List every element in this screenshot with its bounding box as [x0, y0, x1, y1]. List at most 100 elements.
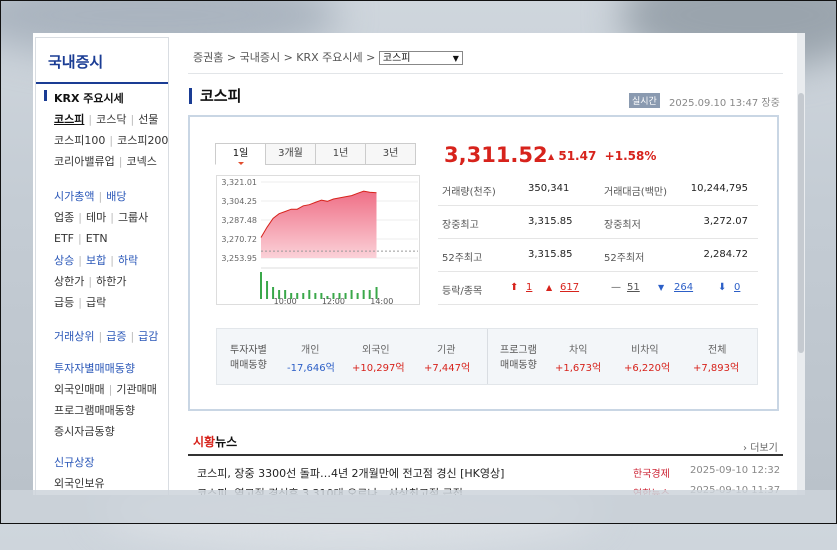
y-tick-label: 3,253.95 [221, 254, 257, 263]
scrollbar-thumb[interactable] [798, 93, 804, 353]
nav-row: 업종 | 테마 | 그룹사 [54, 207, 148, 228]
nav-link[interactable]: 기관매매 [116, 383, 156, 396]
val-institution: +7,447억 [424, 363, 471, 374]
period-tabs: 1일 3개월 1년 3년 [215, 143, 416, 165]
tab-1day[interactable]: 1일 [215, 143, 266, 165]
nav-row: 코스피 | 코스닥 | 선물 [54, 109, 168, 130]
stat-label: 52주최저 [604, 253, 645, 264]
breadcrumb: 증권홈 > 국내증시 > KRX 주요시세 > 코스피 ▼ [193, 49, 463, 65]
nav-title[interactable]: 국내증시 [48, 51, 103, 72]
breadcrumb-home[interactable]: 증권홈 [193, 51, 223, 64]
separator: | [78, 211, 82, 224]
program-flow-label: 매매동향 [500, 360, 537, 371]
stat-label: 거래량(천주) [442, 187, 496, 198]
breadcrumb-krx[interactable]: KRX 주요시세 [296, 51, 362, 64]
news-title[interactable]: 코스피, 장중 3300선 돌파…4년 2개월만에 전고점 경신 [HK영상] [197, 467, 504, 480]
nav-link[interactable]: 코스피200 [117, 134, 168, 147]
investor-flow-label: 투자자별 [230, 345, 267, 356]
change-value: 51.47 [558, 149, 597, 163]
volume-bar [356, 293, 359, 299]
news-source: 한국경제 [633, 469, 670, 480]
lower-limit-count[interactable]: 0 [734, 282, 740, 293]
nav-link[interactable]: 하락 [118, 254, 138, 267]
nav-link[interactable]: 코스닥 [96, 113, 126, 126]
nav-link[interactable]: 테마 [86, 211, 106, 224]
nav-link[interactable]: 급증 [106, 330, 126, 343]
col-foreign: 외국인 [362, 345, 390, 356]
nav-link[interactable]: 거래상위 [54, 330, 94, 343]
col-total: 전체 [708, 345, 727, 356]
lower-limit-arrow-icon: ⬇ [718, 282, 727, 293]
nav-link[interactable]: 프로그램매매동향 [54, 404, 135, 417]
tab-3month[interactable]: 3개월 [265, 143, 316, 165]
nav-link[interactable]: 코리아밸류업 [54, 155, 115, 168]
nav-link[interactable]: 외국인보유 [54, 477, 105, 490]
separator: | [78, 232, 82, 245]
investor-flow-label: 매매동향 [230, 360, 267, 371]
tab-3year[interactable]: 3년 [365, 143, 416, 165]
news-heading: 시황뉴스 [193, 435, 238, 449]
nav-link[interactable]: 투자자별매매동향 [54, 362, 135, 375]
stats-table: 거래량(천주) 350,341 거래대금(백만) 10,244,795 장중최고… [438, 173, 758, 305]
program-flow-label: 프로그램 [500, 345, 537, 356]
scrollbar[interactable] [797, 33, 805, 495]
nav-link[interactable]: 하한가 [96, 275, 126, 288]
chart-svg: 3,321.01 3,304.25 3,287.48 3,270.72 3,253.95… [221, 178, 418, 304]
rising-count[interactable]: 617 [560, 282, 579, 293]
nav-link[interactable]: 배당 [106, 190, 126, 203]
nav-link[interactable]: 상한가 [54, 275, 84, 288]
nav-link[interactable]: 선물 [138, 113, 158, 126]
separator: | [98, 190, 103, 203]
nav-group: 거래상위 | 급증 | 급감 [54, 326, 158, 347]
investor-flow-panel: 투자자별 매매동향 개인 -17,646억 외국인 +10,297억 기관 +7… [216, 328, 758, 385]
nav-link[interactable]: 업종 [54, 211, 74, 224]
nav-row: 급등 | 급락 [54, 292, 138, 313]
chevron-down-icon: ▼ [452, 54, 459, 63]
stat-value: 2,284.72 [703, 249, 748, 260]
index-select[interactable]: 코스피 ▼ [378, 51, 463, 65]
nav-row: 프로그램매매동향 [54, 400, 157, 421]
nav-link[interactable]: 급감 [138, 330, 158, 343]
nav-link[interactable]: 증시자금동향 [54, 425, 115, 438]
stat-value: 10,244,795 [690, 183, 748, 194]
val-arbitrage: +1,673억 [555, 363, 602, 374]
nav-group: 시가총액 | 배당 업종 | 테마 | 그룹사 ETF | ETN [54, 186, 148, 249]
nav-link[interactable]: 코스피100 [54, 134, 105, 147]
falling-count[interactable]: 264 [674, 282, 693, 293]
nav-link[interactable]: ETN [86, 232, 108, 245]
separator: | [130, 330, 135, 343]
nav-link[interactable]: 외국인매매 [54, 383, 105, 396]
more-link[interactable]: › 더보기 [743, 439, 778, 454]
index-change: ▲ 51.47 +1.58% [548, 149, 656, 163]
separator: | [118, 155, 123, 168]
intraday-chart[interactable]: 3,321.01 3,304.25 3,287.48 3,270.72 3,253.95… [216, 175, 420, 305]
flat-count[interactable]: 51 [627, 282, 640, 293]
nav-link[interactable]: 코넥스 [126, 155, 156, 168]
stats-row: 52주최고 3,315.85 52주최저 2,284.72 [438, 239, 758, 272]
col-arbitrage: 차익 [569, 345, 588, 356]
x-tick-label: 14:00 [370, 297, 393, 304]
nav-link[interactable]: 코스피 [54, 113, 84, 126]
nav-link[interactable]: 시가총액 [54, 190, 94, 203]
divider [188, 454, 783, 456]
stats-row: 장중최고 3,315.85 장중최저 3,272.07 [438, 206, 758, 239]
nav-row: 증시자금동향 [54, 421, 157, 442]
separator: | [108, 383, 113, 396]
nav-link[interactable]: 급락 [86, 296, 106, 309]
nav-link[interactable]: 보합 [86, 254, 106, 267]
nav-link[interactable]: 그룹사 [118, 211, 148, 224]
nav-title-underline [36, 82, 168, 84]
tab-1year[interactable]: 1년 [315, 143, 366, 165]
nav-group-heading[interactable]: KRX 주요시세 [43, 88, 168, 109]
nav-link[interactable]: ETF [54, 232, 74, 245]
col-individual: 개인 [301, 345, 320, 356]
breadcrumb-domestic[interactable]: 국내증시 [240, 51, 280, 64]
separator: | [130, 113, 135, 126]
nav-link[interactable]: 상승 [54, 254, 74, 267]
news-item[interactable]: 코스피, 장중 3300선 돌파…4년 2개월만에 전고점 경신 [HK영상] … [197, 465, 782, 481]
y-tick-label: 3,270.72 [221, 235, 257, 244]
volume-bar [350, 290, 353, 299]
upper-limit-count[interactable]: 1 [526, 282, 532, 293]
nav-link[interactable]: 신규상장 [54, 456, 94, 469]
nav-link[interactable]: 급등 [54, 296, 74, 309]
